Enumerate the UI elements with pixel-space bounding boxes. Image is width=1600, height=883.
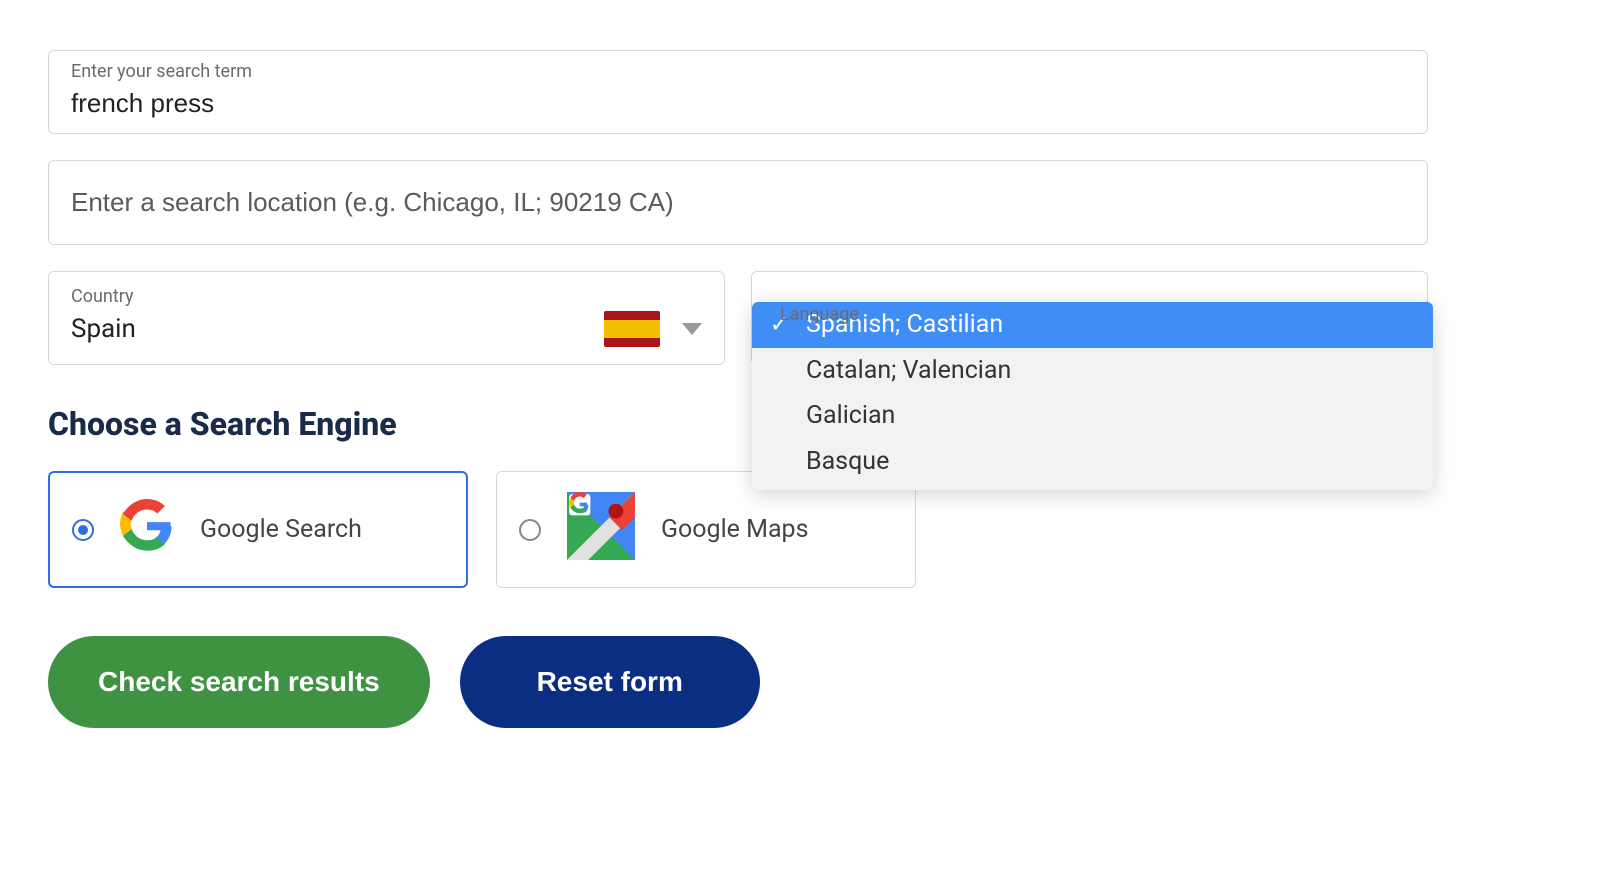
language-select[interactable]: Language Spanish; Castilian Catalan; Val… [751,271,1428,365]
button-row: Check search results Reset form [48,636,1428,728]
country-value-line: Spain [71,311,702,347]
reset-form-button[interactable]: Reset form [460,636,760,728]
search-term-input[interactable] [71,88,1405,119]
engine-label: Google Maps [661,515,809,544]
language-option-catalan[interactable]: Catalan; Valencian [752,348,1433,394]
search-location-input[interactable] [71,187,1405,218]
radio-google-maps[interactable] [519,519,541,541]
google-maps-icon [567,492,635,567]
country-select[interactable]: Country Spain [48,271,725,365]
language-dropdown: Spanish; Castilian Catalan; Valencian Ga… [752,302,1433,490]
language-label: Language [774,304,1405,325]
country-value: Spain [71,314,136,344]
search-location-group [48,160,1428,245]
language-option-label: Catalan; Valencian [806,356,1011,385]
google-search-icon [120,499,174,560]
engine-card-google-search[interactable]: Google Search [48,471,468,588]
radio-google-search[interactable] [72,519,94,541]
language-option-label: Basque [806,447,889,476]
search-term-group: Enter your search term [48,50,1428,134]
language-option-basque[interactable]: Basque [752,439,1433,485]
country-language-row: Country Spain Language Spanish; Castilia… [48,271,1428,365]
country-label: Country [71,286,702,307]
language-option-galician[interactable]: Galician [752,393,1433,439]
engine-label: Google Search [200,515,362,544]
language-option-label: Galician [806,401,895,430]
check-search-results-button[interactable]: Check search results [48,636,430,728]
flag-spain-icon [604,311,660,347]
chevron-down-icon [682,323,702,335]
search-term-label: Enter your search term [71,61,1405,82]
search-form: Enter your search term Country Spain Lan… [48,50,1428,728]
